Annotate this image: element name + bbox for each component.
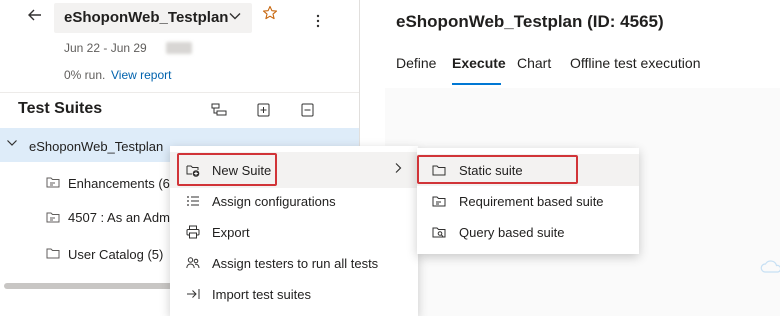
submenu-item-requirement-based-suite[interactable]: Requirement based suite bbox=[459, 194, 604, 209]
menu-item-assign-testers[interactable]: Assign testers to run all tests bbox=[212, 256, 378, 271]
menu-item-import-test-suites[interactable]: Import test suites bbox=[212, 287, 311, 302]
chevron-down-icon[interactable] bbox=[228, 9, 242, 26]
view-report-link[interactable]: View report bbox=[111, 68, 171, 82]
test-suites-title: Test Suites bbox=[18, 100, 103, 117]
tab-chart[interactable]: Chart bbox=[517, 55, 551, 71]
redacted-text bbox=[166, 42, 192, 54]
add-suite-icon[interactable] bbox=[256, 103, 272, 117]
plan-name[interactable]: eShoponWeb_Testplan bbox=[64, 9, 228, 26]
tab-define[interactable]: Define bbox=[396, 55, 436, 71]
requirement-folder-icon bbox=[46, 175, 60, 189]
menu-item-assign-configurations[interactable]: Assign configurations bbox=[212, 194, 336, 209]
run-status: 0% run. bbox=[64, 68, 106, 82]
suite-label[interactable]: Enhancements (6) bbox=[68, 176, 174, 191]
horizontal-scrollbar[interactable] bbox=[4, 283, 182, 289]
tab-offline-test-execution[interactable]: Offline test execution bbox=[570, 55, 700, 71]
chevron-right-icon bbox=[393, 162, 403, 177]
tab-execute[interactable]: Execute bbox=[452, 55, 506, 71]
highlight-box-static-suite bbox=[417, 155, 578, 184]
highlight-box-new-suite bbox=[177, 153, 277, 186]
list-settings-icon bbox=[186, 194, 200, 208]
suite-label-root[interactable]: eShoponWeb_Testplan bbox=[29, 139, 163, 154]
people-icon bbox=[186, 256, 200, 270]
expand-all-icon[interactable] bbox=[211, 103, 227, 117]
requirement-folder-icon bbox=[46, 210, 60, 224]
suite-label[interactable]: 4507 : As an Admi bbox=[68, 210, 173, 225]
query-folder-icon bbox=[432, 225, 446, 239]
active-tab-indicator bbox=[452, 83, 501, 85]
folder-icon bbox=[46, 246, 60, 260]
more-options-icon[interactable] bbox=[314, 14, 322, 28]
import-icon bbox=[186, 287, 200, 301]
submenu-item-query-based-suite[interactable]: Query based suite bbox=[459, 225, 565, 240]
star-icon[interactable] bbox=[262, 5, 278, 26]
date-range: Jun 22 - Jun 29 bbox=[64, 41, 147, 55]
cloud-icon bbox=[760, 258, 780, 274]
header-divider bbox=[0, 92, 359, 93]
page-title: eShoponWeb_Testplan (ID: 4565) bbox=[396, 12, 664, 31]
collapse-all-icon[interactable] bbox=[300, 103, 316, 117]
back-arrow-icon[interactable] bbox=[26, 6, 44, 24]
requirement-folder-icon bbox=[432, 194, 446, 208]
chevron-down-icon[interactable] bbox=[6, 137, 18, 152]
menu-item-export[interactable]: Export bbox=[212, 225, 250, 240]
suite-label[interactable]: User Catalog (5) bbox=[68, 247, 163, 262]
print-icon bbox=[186, 225, 200, 239]
